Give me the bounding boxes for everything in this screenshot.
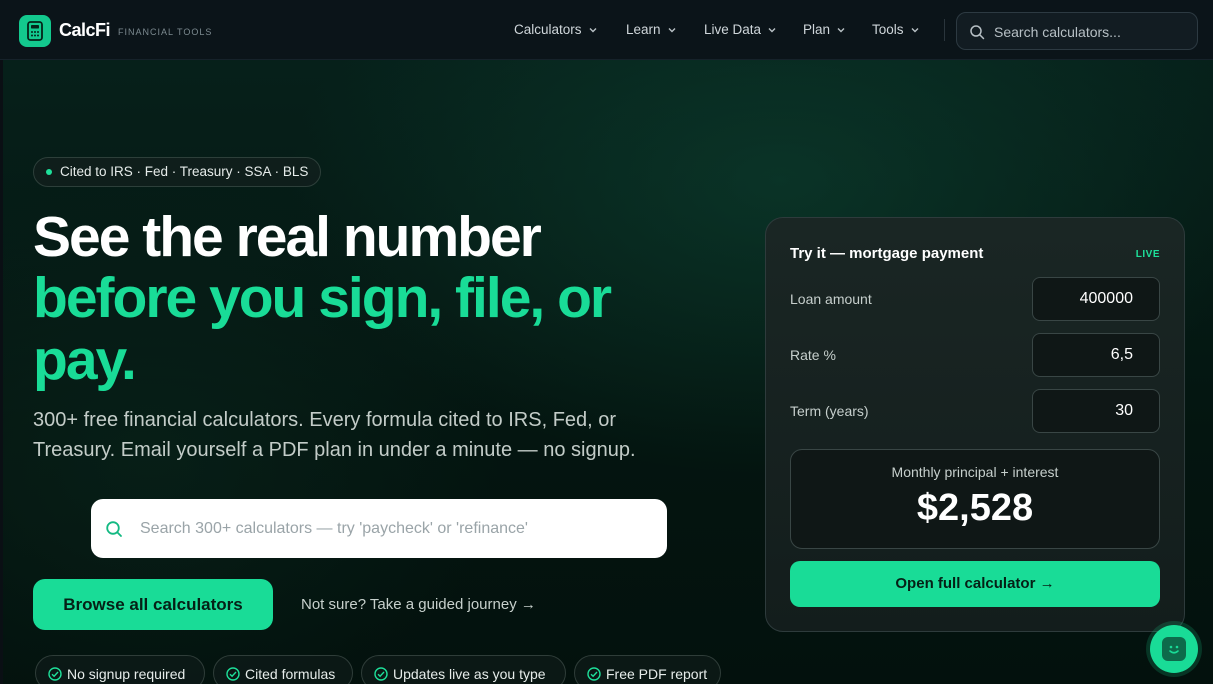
chevron-down-icon [668,27,676,32]
browse-calculators-button[interactable]: Browse all calculators [33,579,273,630]
chevron-down-icon [911,27,919,32]
headline-line-2: before you sign, file, or [33,266,612,330]
nav-plan[interactable]: Plan [803,22,846,37]
check-circle-icon [48,667,62,681]
subtitle-line-1: 300+ free financial calculators. Every f… [33,409,617,431]
chevron-down-icon [768,27,776,32]
window-edge [0,0,3,684]
rate-label: Rate % [790,347,836,363]
chip-label: No signup required [67,666,186,682]
rate-input[interactable]: 6,5 [1032,333,1160,377]
nav-calculators[interactable]: Calculators [514,22,598,37]
loan-amount-label: Loan amount [790,291,872,307]
mortgage-widget-card: Try it — mortgage payment LIVE Loan amou… [765,217,1185,632]
chevron-down-icon [837,27,845,32]
citation-pill-text: Cited to IRS · Fed · Treasury · SSA · BL… [60,164,309,179]
nav-search-placeholder: Search calculators... [994,24,1121,40]
calculator-icon[interactable] [19,15,51,47]
chevron-down-icon [589,27,597,32]
subtitle-line-2: Treasury. Email yourself a PDF plan in u… [33,439,636,461]
open-full-calculator-button[interactable]: Open full calculator → [790,561,1160,607]
term-label: Term (years) [790,403,869,419]
result-label: Monthly principal + interest [891,464,1059,480]
chip-cited-formulas: Cited formulas [213,655,353,684]
brand-tagline: FINANCIAL TOOLS [118,27,213,37]
loan-amount-input[interactable]: 400000 [1032,277,1160,321]
headline-line-1: See the real number [33,205,542,269]
chip-label: Updates live as you type [393,666,546,682]
status-dot [46,169,52,175]
live-badge: LIVE [1135,249,1160,260]
chip-live-updates: Updates live as you type [361,655,566,684]
nav-tools-label: Tools [872,22,904,37]
chip-label: Free PDF report [606,666,708,682]
term-input[interactable]: 30 [1032,389,1160,433]
top-navbar: CalcFi FINANCIAL TOOLS Calculators Learn… [0,0,1213,60]
monthly-payment-value: $2,528 [916,487,1034,529]
chip-no-signup: No signup required [35,655,205,684]
nav-live-data[interactable]: Live Data [704,22,777,37]
nav-divider [944,19,945,41]
nav-tools[interactable]: Tools [872,22,920,37]
chip-label: Cited formulas [245,666,336,682]
search-icon [106,521,122,537]
result-panel: Monthly principal + interest $2,528 [790,449,1160,549]
nav-live-data-label: Live Data [704,22,762,37]
check-circle-icon [374,667,388,681]
nav-learn-label: Learn [626,22,661,37]
nav-learn[interactable]: Learn [626,22,677,37]
chat-smile-icon [1162,637,1186,661]
nav-calculators-label: Calculators [514,22,582,37]
headline-line-3: pay. [33,328,137,392]
chat-button[interactable] [1150,625,1198,673]
nav-plan-label: Plan [803,22,831,37]
chip-pdf-report: Free PDF report [574,655,721,684]
hero-search-placeholder: Search 300+ calculators — try 'paycheck'… [140,520,528,537]
widget-title: Try it — mortgage payment [790,245,984,262]
brand-name[interactable]: CalcFi [59,20,111,41]
nav-search-input[interactable]: Search calculators... [956,12,1198,50]
check-circle-icon [226,667,240,681]
hero-search-input[interactable]: Search 300+ calculators — try 'paycheck'… [91,499,667,558]
check-circle-icon [587,667,601,681]
search-icon [970,25,985,40]
guided-journey-link[interactable]: Not sure? Take a guided journey → [301,596,536,613]
citation-pill: Cited to IRS · Fed · Treasury · SSA · BL… [33,157,322,187]
